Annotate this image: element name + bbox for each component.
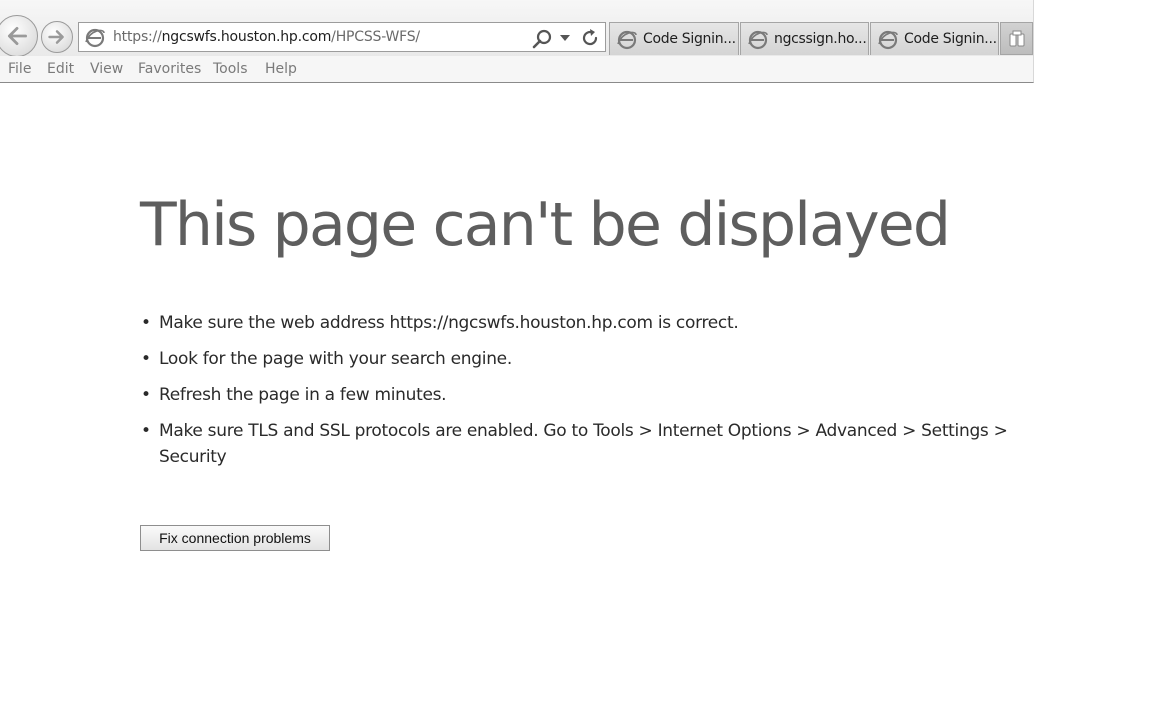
navigation-toolbar: https://ngcswfs.houston.hp.com/HPCSS-WFS… bbox=[0, 0, 1033, 57]
suggestion-text: Make sure the web address https://ngcswf… bbox=[159, 313, 739, 333]
address-bar[interactable]: https://ngcswfs.houston.hp.com/HPCSS-WFS… bbox=[78, 22, 606, 52]
refresh-icon[interactable] bbox=[579, 27, 601, 49]
menu-tools[interactable]: Tools bbox=[213, 61, 248, 77]
list-item: • Make sure TLS and SSL protocols are en… bbox=[140, 418, 1020, 470]
list-item: • Make sure the web address https://ngcs… bbox=[140, 310, 1020, 336]
suggestion-text: Look for the page with your search engin… bbox=[159, 349, 512, 369]
page-title: This page can't be displayed bbox=[140, 190, 951, 260]
ie-icon bbox=[617, 30, 637, 50]
bullet: • bbox=[141, 349, 151, 369]
menu-favorites[interactable]: Favorites bbox=[138, 61, 201, 77]
new-tab-button[interactable] bbox=[1000, 22, 1033, 55]
list-item: • Refresh the page in a few minutes. bbox=[140, 382, 1020, 408]
suggestion-text: Refresh the page in a few minutes. bbox=[159, 385, 447, 405]
search-icon[interactable] bbox=[531, 28, 553, 50]
address-url[interactable]: https://ngcswfs.houston.hp.com/HPCSS-WFS… bbox=[113, 29, 420, 45]
fix-connection-button[interactable]: Fix connection problems bbox=[140, 525, 330, 551]
back-arrow-icon bbox=[7, 26, 27, 46]
browser-window: https://ngcswfs.houston.hp.com/HPCSS-WFS… bbox=[0, 0, 1152, 720]
tab-label: Code Signin... bbox=[904, 31, 997, 47]
back-button[interactable] bbox=[0, 15, 38, 57]
bullet: • bbox=[141, 385, 151, 405]
ie-icon bbox=[878, 30, 898, 50]
bullet: • bbox=[141, 421, 151, 441]
chevron-down-icon[interactable] bbox=[559, 33, 571, 43]
browser-chrome: https://ngcswfs.houston.hp.com/HPCSS-WFS… bbox=[0, 0, 1034, 83]
forward-button[interactable] bbox=[41, 21, 73, 53]
tab-label: ngcssign.ho... bbox=[774, 31, 867, 47]
list-item: • Look for the page with your search eng… bbox=[140, 346, 1020, 372]
ie-icon bbox=[85, 28, 105, 48]
browser-tab[interactable]: Code Signin... bbox=[609, 22, 739, 55]
forward-arrow-icon bbox=[48, 30, 64, 44]
new-tab-icon bbox=[1009, 30, 1025, 47]
menu-help[interactable]: Help bbox=[265, 61, 297, 77]
menu-view[interactable]: View bbox=[90, 61, 123, 77]
bullet: • bbox=[141, 313, 151, 333]
tab-label: Code Signin... bbox=[643, 31, 736, 47]
menu-bar: File Edit View Favorites Tools Help bbox=[0, 56, 1033, 82]
url-path: /HPCSS-WFS/ bbox=[331, 29, 420, 45]
url-host: ngcswfs.houston.hp.com bbox=[161, 29, 332, 45]
browser-tab[interactable]: ngcssign.ho... bbox=[740, 22, 869, 55]
suggestion-text: Make sure TLS and SSL protocols are enab… bbox=[159, 421, 1008, 467]
url-protocol: https:// bbox=[113, 29, 162, 45]
browser-tab[interactable]: Code Signin... bbox=[870, 22, 999, 55]
menu-edit[interactable]: Edit bbox=[47, 61, 74, 77]
suggestion-list: • Make sure the web address https://ngcs… bbox=[140, 310, 1020, 480]
menu-file[interactable]: File bbox=[8, 61, 31, 77]
ie-icon bbox=[748, 30, 768, 50]
